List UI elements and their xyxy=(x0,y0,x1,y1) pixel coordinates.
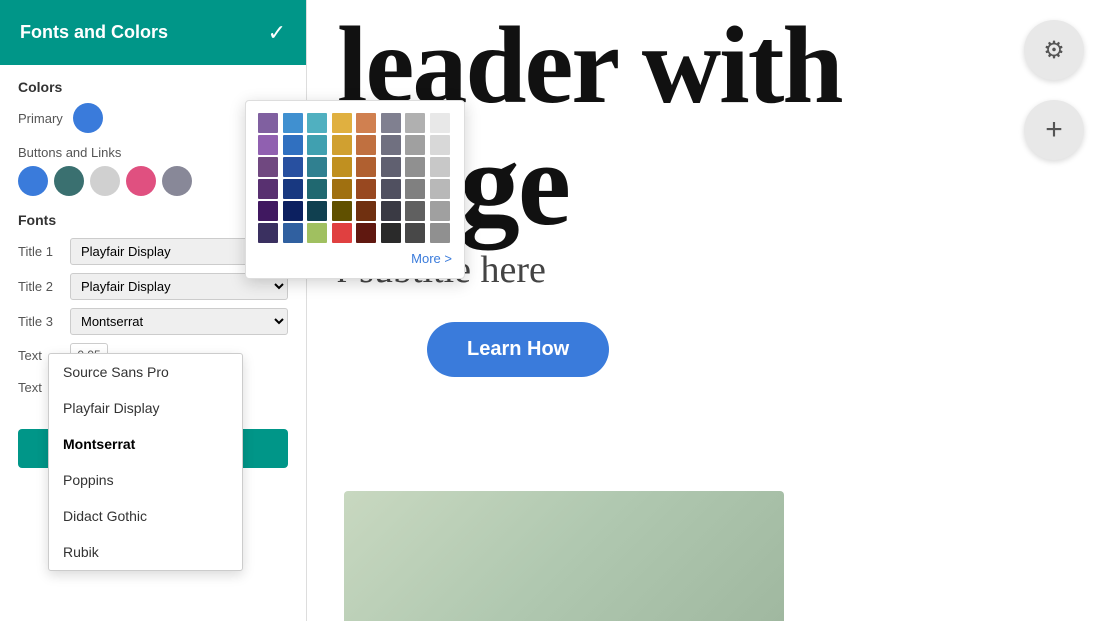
gear-icon: ⚙ xyxy=(1043,36,1065,65)
swatch-gray[interactable] xyxy=(162,166,192,196)
color-cell[interactable] xyxy=(405,113,425,133)
color-cell[interactable] xyxy=(430,135,450,155)
swatch-blue[interactable] xyxy=(18,166,48,196)
color-cell[interactable] xyxy=(356,157,376,177)
primary-label: Primary xyxy=(18,111,63,126)
font-row-label-title3: Title 3 xyxy=(18,314,64,329)
color-cell[interactable] xyxy=(258,179,278,199)
color-cell[interactable] xyxy=(283,157,303,177)
color-cell[interactable] xyxy=(430,157,450,177)
color-cell[interactable] xyxy=(356,135,376,155)
color-cell[interactable] xyxy=(307,201,327,221)
color-cell[interactable] xyxy=(430,223,450,243)
preview-area: leader with nage r subtitle here Learn H… xyxy=(307,0,1104,621)
color-cell[interactable] xyxy=(307,113,327,133)
color-cell[interactable] xyxy=(405,223,425,243)
font-dropdown: Source Sans ProPlayfair DisplayMontserra… xyxy=(48,353,243,571)
color-cell[interactable] xyxy=(405,157,425,177)
color-cell[interactable] xyxy=(381,135,401,155)
swatch-light-gray[interactable] xyxy=(90,166,120,196)
primary-color-swatch[interactable] xyxy=(73,103,103,133)
color-cell[interactable] xyxy=(430,179,450,199)
color-cell[interactable] xyxy=(307,223,327,243)
color-cell[interactable] xyxy=(332,113,352,133)
color-cell[interactable] xyxy=(356,179,376,199)
color-cell[interactable] xyxy=(332,179,352,199)
colors-section-label: Colors xyxy=(18,79,288,95)
color-cell[interactable] xyxy=(258,135,278,155)
font-dropdown-item[interactable]: Source Sans Pro xyxy=(49,354,242,390)
color-cell[interactable] xyxy=(405,201,425,221)
plus-button[interactable]: + xyxy=(1024,100,1084,160)
font-dropdown-item[interactable]: Rubik xyxy=(49,534,242,570)
more-colors-link[interactable]: More > xyxy=(258,251,452,266)
preview-image xyxy=(344,491,784,621)
font-dropdown-item[interactable]: Poppins xyxy=(49,462,242,498)
color-cell[interactable] xyxy=(381,157,401,177)
swatch-pink[interactable] xyxy=(126,166,156,196)
color-cell[interactable] xyxy=(430,201,450,221)
color-cell[interactable] xyxy=(381,113,401,133)
color-cell[interactable] xyxy=(283,179,303,199)
color-cell[interactable] xyxy=(283,223,303,243)
font-dropdown-item[interactable]: Didact Gothic xyxy=(49,498,242,534)
color-cell[interactable] xyxy=(332,201,352,221)
color-cell[interactable] xyxy=(258,223,278,243)
color-cell[interactable] xyxy=(283,201,303,221)
gear-button[interactable]: ⚙ xyxy=(1024,20,1084,80)
color-cell[interactable] xyxy=(356,113,376,133)
color-cell[interactable] xyxy=(381,223,401,243)
panel-title: Fonts and Colors xyxy=(20,22,168,43)
font-row-title3: Title 3 Montserrat xyxy=(18,308,288,335)
plus-icon: + xyxy=(1045,113,1063,147)
color-cell[interactable] xyxy=(430,113,450,133)
color-cell[interactable] xyxy=(258,201,278,221)
font-dropdown-item[interactable]: Playfair Display xyxy=(49,390,242,426)
color-cell[interactable] xyxy=(381,179,401,199)
color-cell[interactable] xyxy=(283,113,303,133)
panel-header: Fonts and Colors ✓ xyxy=(0,0,306,65)
swatch-teal[interactable] xyxy=(54,166,84,196)
color-cell[interactable] xyxy=(307,179,327,199)
color-cell[interactable] xyxy=(307,157,327,177)
color-cell[interactable] xyxy=(283,135,303,155)
learn-how-button[interactable]: Learn How xyxy=(427,322,609,377)
color-grid xyxy=(258,113,452,243)
color-cell[interactable] xyxy=(405,135,425,155)
color-picker-popup: More > xyxy=(245,100,465,279)
color-cell[interactable] xyxy=(332,157,352,177)
color-cell[interactable] xyxy=(356,201,376,221)
color-cell[interactable] xyxy=(307,135,327,155)
color-cell[interactable] xyxy=(381,201,401,221)
color-cell[interactable] xyxy=(356,223,376,243)
color-cell[interactable] xyxy=(332,223,352,243)
font-row-label-title1: Title 1 xyxy=(18,244,64,259)
font-dropdown-item[interactable]: Montserrat xyxy=(49,426,242,462)
color-cell[interactable] xyxy=(405,179,425,199)
color-cell[interactable] xyxy=(258,113,278,133)
color-cell[interactable] xyxy=(332,135,352,155)
font-row-label-title2: Title 2 xyxy=(18,279,64,294)
check-button[interactable]: ✓ xyxy=(268,20,286,46)
font-select-title3[interactable]: Montserrat xyxy=(70,308,288,335)
color-cell[interactable] xyxy=(258,157,278,177)
